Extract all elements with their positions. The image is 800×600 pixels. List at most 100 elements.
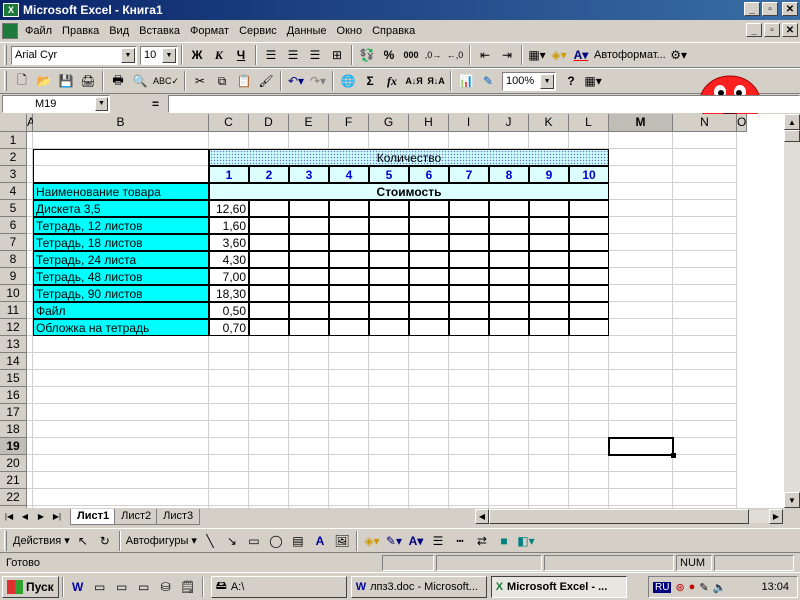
active-cell-selection[interactable] <box>608 437 674 456</box>
select-all-corner[interactable] <box>0 114 27 132</box>
product-price[interactable]: 4,30 <box>209 251 249 268</box>
sort-ascending-icon[interactable]: A↓Я <box>403 70 425 92</box>
cost-cell[interactable] <box>409 234 449 251</box>
product-name[interactable]: Тетрадь, 48 листов <box>33 268 209 285</box>
dash-style-icon[interactable]: ┅ <box>449 530 471 552</box>
cost-cell[interactable] <box>569 302 609 319</box>
menu-data[interactable]: Данные <box>282 22 332 40</box>
column-header-J[interactable]: J <box>489 114 529 132</box>
grid-cell[interactable] <box>249 370 289 387</box>
cost-cell[interactable] <box>329 251 369 268</box>
autoformat-button[interactable]: Автоформат... <box>592 44 668 66</box>
save-icon[interactable]: 💾 <box>55 70 77 92</box>
grid-cell[interactable] <box>673 234 737 251</box>
cost-cell[interactable] <box>329 302 369 319</box>
grid-cell[interactable] <box>369 438 409 455</box>
row-header-14[interactable]: 14 <box>0 353 27 370</box>
grid-cell[interactable] <box>673 302 737 319</box>
cost-cell[interactable] <box>249 319 289 336</box>
cost-cell[interactable] <box>369 234 409 251</box>
grid-cell[interactable] <box>289 472 329 489</box>
task-excel[interactable]: X Microsoft Excel - ... <box>490 575 627 598</box>
quantity-number[interactable]: 5 <box>369 166 409 183</box>
cost-cell[interactable] <box>529 285 569 302</box>
cost-cell[interactable] <box>249 268 289 285</box>
last-sheet-icon[interactable]: ▶| <box>50 510 64 524</box>
grid-cell[interactable] <box>249 438 289 455</box>
grid-cell[interactable] <box>409 472 449 489</box>
quantity-header[interactable]: Количество <box>209 149 609 166</box>
quantity-number[interactable]: 4 <box>329 166 369 183</box>
row-header-22[interactable]: 22 <box>0 489 27 506</box>
grid-cell[interactable] <box>609 404 673 421</box>
style-icon[interactable]: ⚙▾ <box>668 44 690 66</box>
quantity-number[interactable]: 10 <box>569 166 609 183</box>
3d-icon[interactable]: ◧▾ <box>515 530 537 552</box>
print-preview-icon[interactable]: 🔍 <box>129 70 151 92</box>
print-icon[interactable]: 🖶 <box>107 70 129 92</box>
grid-cell[interactable] <box>289 438 329 455</box>
zoom-select[interactable]: 100% ▼ <box>502 71 557 91</box>
grid-cell[interactable] <box>249 472 289 489</box>
grid-cell[interactable] <box>369 132 409 149</box>
product-price[interactable]: 3,60 <box>209 234 249 251</box>
new-file-icon[interactable]: 🗋 <box>11 70 33 92</box>
cost-cell[interactable] <box>409 319 449 336</box>
row-header-7[interactable]: 7 <box>0 234 27 251</box>
horizontal-scroll-thumb[interactable] <box>489 509 749 524</box>
function-icon[interactable]: fx <box>381 70 403 92</box>
blank-header-cell[interactable] <box>33 149 209 183</box>
table-options-icon[interactable]: ▦▾ <box>582 70 604 92</box>
grid-cell[interactable] <box>609 200 673 217</box>
grid-cell[interactable] <box>329 132 369 149</box>
grid-cell[interactable] <box>289 421 329 438</box>
grid-cell[interactable] <box>673 489 737 506</box>
help-icon[interactable]: ? <box>560 70 582 92</box>
cost-cell[interactable] <box>369 319 409 336</box>
cost-cell[interactable] <box>409 285 449 302</box>
copy-icon[interactable]: ⧉ <box>211 70 233 92</box>
first-sheet-icon[interactable]: |◀ <box>2 510 16 524</box>
grid-cell[interactable] <box>489 132 529 149</box>
row-header-16[interactable]: 16 <box>0 387 27 404</box>
column-header-B[interactable]: B <box>33 114 209 132</box>
cost-cell[interactable] <box>289 302 329 319</box>
grid-cell[interactable] <box>489 387 529 404</box>
grid-cell[interactable] <box>329 336 369 353</box>
redo-icon[interactable]: ↷▾ <box>307 70 329 92</box>
cost-cell[interactable] <box>489 234 529 251</box>
grid-cell[interactable] <box>673 438 737 455</box>
cost-cell[interactable] <box>529 268 569 285</box>
grid-cell[interactable] <box>673 132 737 149</box>
cost-cell[interactable] <box>529 217 569 234</box>
cost-cell[interactable] <box>369 268 409 285</box>
undo-icon[interactable]: ↶▾ <box>285 70 307 92</box>
grid-cell[interactable] <box>209 438 249 455</box>
align-left-icon[interactable]: ☰ <box>260 44 282 66</box>
grid-cell[interactable] <box>329 472 369 489</box>
grid-cell[interactable] <box>409 438 449 455</box>
tray-icon[interactable]: ✎ <box>699 581 708 594</box>
chevron-down-icon[interactable]: ▼ <box>121 47 135 63</box>
grid-cell[interactable] <box>249 132 289 149</box>
line-color-icon[interactable]: ✎▾ <box>383 530 405 552</box>
grid-cell[interactable] <box>673 183 737 200</box>
cost-cell[interactable] <box>249 217 289 234</box>
format-painter-icon[interactable]: 🖌 <box>255 70 277 92</box>
equals-icon[interactable]: = <box>152 97 159 111</box>
decrease-decimal-icon[interactable]: ←,0 <box>444 44 466 66</box>
cost-cell[interactable] <box>289 285 329 302</box>
grid-cell[interactable] <box>289 370 329 387</box>
quicklaunch-icon[interactable]: ▭ <box>111 576 133 598</box>
cost-cell[interactable] <box>289 319 329 336</box>
grid-cell[interactable] <box>329 421 369 438</box>
product-header[interactable]: Наименование товара <box>33 183 209 200</box>
cost-cell[interactable] <box>489 251 529 268</box>
arrow-style-icon[interactable]: ⇄ <box>471 530 493 552</box>
grid-cell[interactable] <box>609 370 673 387</box>
grid-cell[interactable] <box>449 132 489 149</box>
grid-cell[interactable] <box>449 404 489 421</box>
quantity-number[interactable]: 9 <box>529 166 569 183</box>
grid-cell[interactable] <box>289 132 329 149</box>
cost-header[interactable]: Стоимость <box>209 183 609 200</box>
